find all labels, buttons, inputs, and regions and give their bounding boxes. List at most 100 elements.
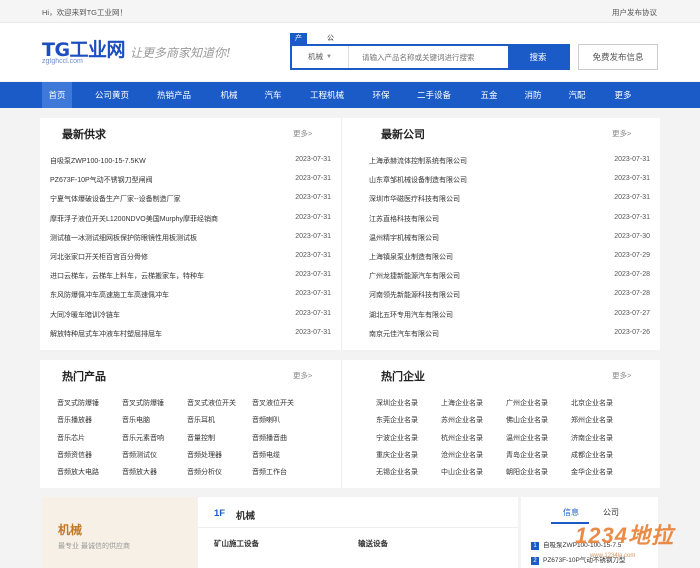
hot-product-link[interactable]: 音频资信器 xyxy=(57,450,92,460)
supply-item-link[interactable]: 大同冷暖车暗训冷链车 xyxy=(50,310,275,320)
company-item-link[interactable]: 南京元佳汽车有限公司 xyxy=(369,329,594,339)
company-item-link[interactable]: 江苏直格科技有限公司 xyxy=(369,214,594,224)
hot-product-link[interactable]: 音叉式液位开关 xyxy=(187,398,236,408)
user-agreement-link[interactable]: 用户发布协议 xyxy=(612,7,657,18)
supply-item-link[interactable]: 河北张家口开关柜百宫百分骨修 xyxy=(50,252,275,262)
nav-machinery[interactable]: 机械 xyxy=(214,82,244,108)
nav-hardware[interactable]: 五金 xyxy=(474,82,504,108)
hot-company-link[interactable]: 上海企业名录 xyxy=(441,398,483,408)
hot-product-link[interactable]: 音乐耳机 xyxy=(187,415,215,425)
supply-item-link[interactable]: 进口云梯车，云梯车上料车，云梯搬家车，特种车 xyxy=(50,271,275,281)
hot-product-link[interactable]: 音量控制 xyxy=(187,433,215,443)
floor-group-conveyor[interactable]: 输送设备 xyxy=(358,538,388,549)
hot-company-link[interactable]: 北京企业名录 xyxy=(571,398,613,408)
hot-company-link[interactable]: 苏州企业名录 xyxy=(441,415,483,425)
hot-company-link[interactable]: 东莞企业名录 xyxy=(376,415,418,425)
latest-company-more-link[interactable]: 更多> xyxy=(612,128,631,139)
hot-company-link[interactable]: 郑州企业名录 xyxy=(571,415,613,425)
hot-product-link[interactable]: 音频放大电路 xyxy=(57,467,99,477)
supply-item-date: 2023-07-31 xyxy=(295,156,331,163)
hot-product-link[interactable]: 音频工作台 xyxy=(252,467,287,477)
rank-badge: 1 xyxy=(531,542,539,550)
company-item-link[interactable]: 山东章邹机械设备制造有限公司 xyxy=(369,175,594,185)
nav-auto-parts[interactable]: 汽配 xyxy=(562,82,592,108)
latest-company-title: 最新公司 xyxy=(381,129,425,141)
hot-company-link[interactable]: 济南企业名录 xyxy=(571,433,613,443)
hot-company-link[interactable]: 佛山企业名录 xyxy=(506,415,548,425)
supply-item-link[interactable]: 自吸泵ZWP100-100-15-7.5KW xyxy=(50,156,275,166)
hot-company-link[interactable]: 青岛企业名录 xyxy=(506,450,548,460)
company-item-date: 2023-07-31 xyxy=(614,156,650,163)
nav-hot-products[interactable]: 热销产品 xyxy=(150,82,198,108)
nav-secondhand[interactable]: 二手设备 xyxy=(410,82,458,108)
hot-product-link[interactable]: 音叉式防爆锤 xyxy=(57,398,99,408)
search-box: 机械 ▼ 搜索 xyxy=(290,44,570,70)
company-item-link[interactable]: 温州精宇机械有限公司 xyxy=(369,233,594,243)
company-item-link[interactable]: 深圳市华磁医疗科技有限公司 xyxy=(369,194,594,204)
nav-fire[interactable]: 消防 xyxy=(518,82,548,108)
hot-company-link[interactable]: 中山企业名录 xyxy=(441,467,483,477)
hot-company-link[interactable]: 宁波企业名录 xyxy=(376,433,418,443)
nav-home[interactable]: 首页 xyxy=(42,82,72,108)
hot-product-link[interactable]: 音叉式防爆锤 xyxy=(122,398,164,408)
free-publish-button[interactable]: 免费发布信息 xyxy=(578,44,658,70)
supply-item-link[interactable]: 解放特种屈式车冲液车村塑屈排屈车 xyxy=(50,329,275,339)
hot-company-link[interactable]: 金华企业名录 xyxy=(571,467,613,477)
hot-company-link[interactable]: 无锡企业名录 xyxy=(376,467,418,477)
search-input[interactable] xyxy=(352,46,508,68)
search-category-value: 机械 xyxy=(308,52,323,61)
search-tab-product[interactable]: 产品 xyxy=(290,33,307,53)
latest-panel: 最新供求 更多> 最新公司 更多> 自吸泵ZWP100-100-15-7.5KW… xyxy=(40,118,660,350)
company-item-link[interactable]: 广州龙捷新能源汽车有限公司 xyxy=(369,271,594,281)
supply-item-date: 2023-07-31 xyxy=(295,252,331,259)
nav-yellow-pages[interactable]: 公司黄页 xyxy=(88,82,136,108)
logo-url: zgtghccl.com xyxy=(42,58,83,65)
search-tab-company[interactable]: 公司 xyxy=(322,33,339,53)
nav-environment[interactable]: 环保 xyxy=(366,82,396,108)
hot-product-link[interactable]: 音频喇叭 xyxy=(252,415,280,425)
company-item-link[interactable]: 河南领先新能源科技有限公司 xyxy=(369,290,594,300)
hot-product-link[interactable]: 音频测试仪 xyxy=(122,450,157,460)
latest-supply-more-link[interactable]: 更多> xyxy=(293,128,312,139)
hot-product-link[interactable]: 音乐芯片 xyxy=(57,433,85,443)
company-item-date: 2023-07-30 xyxy=(614,232,650,240)
supply-item-link[interactable]: 宁夏气体爆破设备生产厂家--设备制造厂家 xyxy=(50,194,275,204)
company-item-date: 2023-07-31 xyxy=(614,194,650,202)
hot-product-link[interactable]: 音乐播放器 xyxy=(57,415,92,425)
hot-product-link[interactable]: 音频分析仪 xyxy=(187,467,222,477)
nav-more[interactable]: 更多 xyxy=(608,82,638,108)
search-category-select[interactable]: 机械 ▼ xyxy=(292,46,349,68)
supply-item-link[interactable]: 东风防爆佩冲车高速施工车高速佩冲车 xyxy=(50,290,275,300)
tab-info[interactable]: 信息 xyxy=(563,507,579,518)
hot-company-link[interactable]: 沧州企业名录 xyxy=(441,450,483,460)
nav-auto[interactable]: 汽车 xyxy=(258,82,288,108)
supply-item-link[interactable]: PZ673F-10P气动不锈钢刀型闸阀 xyxy=(50,175,275,185)
hot-product-link[interactable]: 音频放大器 xyxy=(122,467,157,477)
nav-construction-machinery[interactable]: 工程机械 xyxy=(302,82,352,108)
hot-company-link[interactable]: 广州企业名录 xyxy=(506,398,548,408)
hot-company-link[interactable]: 温州企业名录 xyxy=(506,433,548,443)
company-item-link[interactable]: 上海镇泉泵业制造有限公司 xyxy=(369,252,594,262)
supply-item-date: 2023-07-31 xyxy=(295,271,331,279)
company-item-link[interactable]: 上海承赫流体控制系统有限公司 xyxy=(369,156,594,166)
hot-company-link[interactable]: 成都企业名录 xyxy=(571,450,613,460)
hot-company-link[interactable]: 杭州企业名录 xyxy=(441,433,483,443)
hot-product-link[interactable]: 音乐电脑 xyxy=(122,415,150,425)
hot-company-link[interactable]: 重庆企业名录 xyxy=(376,450,418,460)
hot-product-link[interactable]: 音频播音曲 xyxy=(252,433,287,443)
tab-company[interactable]: 公司 xyxy=(603,507,619,518)
search-button[interactable]: 搜索 xyxy=(508,46,568,68)
hot-companies-more-link[interactable]: 更多> xyxy=(612,370,631,381)
hot-product-link[interactable]: 音频电缆 xyxy=(252,450,280,460)
hot-product-link[interactable]: 音频处理器 xyxy=(187,450,222,460)
hot-products-more-link[interactable]: 更多> xyxy=(293,370,312,381)
supply-item-link[interactable]: 测试植一冰测试细网板保护防眼镜性用板测试板 xyxy=(50,233,275,243)
supply-item-link[interactable]: 摩菲浮子液位开关L1200NDVO美国Murphy摩菲经销商 xyxy=(50,214,275,224)
hot-product-link[interactable]: 音乐元素音响 xyxy=(122,433,164,443)
company-item-link[interactable]: 湖北五环专用汽车有限公司 xyxy=(369,310,594,320)
floor-category-banner[interactable]: 机械 最专业 最诚信的供应商 xyxy=(42,497,197,568)
floor-group-mining[interactable]: 矿山施工设备 xyxy=(214,538,259,549)
hot-company-link[interactable]: 深圳企业名录 xyxy=(376,398,418,408)
hot-product-link[interactable]: 音叉液位开关 xyxy=(252,398,294,408)
hot-company-link[interactable]: 朝阳企业名录 xyxy=(506,467,548,477)
